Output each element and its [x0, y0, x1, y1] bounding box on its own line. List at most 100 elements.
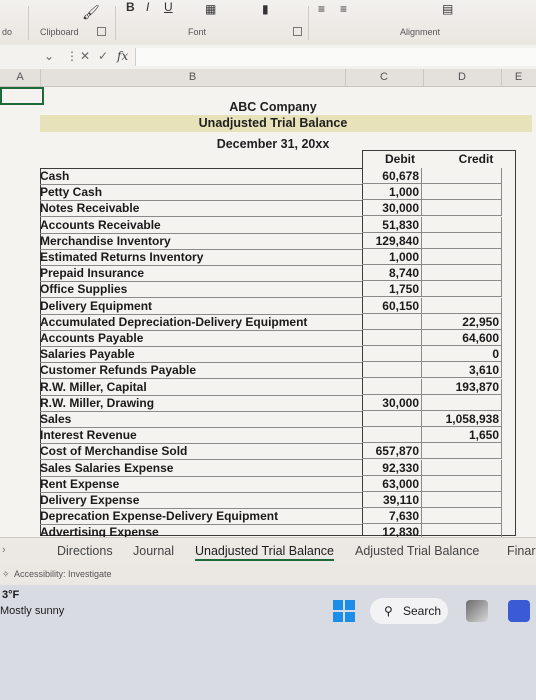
debit-cell[interactable] — [362, 427, 422, 444]
account-name-cell[interactable]: Accumulated Depreciation-Delivery Equipm… — [40, 314, 362, 331]
cancel-icon[interactable]: ✕ — [80, 49, 90, 63]
debit-cell[interactable]: 51,830 — [362, 216, 422, 233]
credit-cell[interactable] — [422, 492, 502, 508]
credit-cell[interactable]: 0 — [422, 346, 502, 363]
debit-cell[interactable]: 92,330 — [362, 459, 422, 476]
credit-cell[interactable] — [422, 168, 502, 184]
account-name-cell[interactable]: Sales — [40, 411, 362, 428]
debit-cell[interactable]: 39,110 — [362, 492, 422, 508]
column-header-d[interactable]: D — [423, 69, 502, 86]
column-header-b[interactable]: B — [40, 69, 346, 86]
company-name[interactable]: ABC Company — [40, 100, 506, 114]
taskbar-meet-icon[interactable] — [508, 600, 530, 622]
debit-cell[interactable]: 60,678 — [362, 168, 422, 184]
worksheet-grid[interactable]: ABC Company Unadjusted Trial Balance Dec… — [0, 87, 536, 542]
tab-scroll-right-icon[interactable]: › — [2, 544, 6, 556]
format-painter-icon[interactable]: 🖌 — [82, 4, 100, 21]
report-title[interactable]: Unadjusted Trial Balance — [40, 116, 506, 130]
debit-cell[interactable]: 1,750 — [362, 281, 422, 298]
font-color-icon[interactable]: ▮ — [262, 2, 269, 16]
debit-cell[interactable]: 8,740 — [362, 265, 422, 282]
debit-cell[interactable]: 30,000 — [362, 394, 422, 411]
debit-cell[interactable] — [362, 330, 422, 346]
debit-cell[interactable] — [362, 313, 422, 330]
accessibility-status[interactable]: Accessibility: Investigate — [14, 569, 112, 579]
credit-cell[interactable]: 1,650 — [422, 427, 502, 444]
account-name-cell[interactable]: Petty Cash — [40, 184, 362, 202]
credit-cell[interactable]: 1,058,938 — [422, 411, 502, 427]
account-name-cell[interactable]: R.W. Miller, Capital — [40, 379, 362, 396]
account-name-cell[interactable]: Salaries Payable — [40, 346, 362, 364]
account-name-cell[interactable]: Prepaid Insurance — [40, 265, 362, 283]
account-name-cell[interactable]: Merchandise Inventory — [40, 233, 362, 250]
credit-cell[interactable] — [422, 232, 502, 249]
tab-financial[interactable]: Finar — [507, 544, 535, 558]
account-name-cell[interactable]: Office Supplies — [40, 281, 362, 299]
account-name-cell[interactable]: R.W. Miller, Drawing — [40, 395, 362, 412]
debit-cell[interactable]: 7,630 — [362, 508, 422, 525]
formula-input[interactable] — [135, 48, 536, 66]
account-name-cell[interactable]: Customer Refunds Payable — [40, 362, 362, 380]
debit-cell[interactable]: 63,000 — [362, 475, 422, 492]
tab-directions[interactable]: Directions — [57, 544, 113, 558]
credit-cell[interactable]: 64,600 — [422, 330, 502, 346]
credit-cell[interactable] — [422, 281, 502, 298]
weather-description[interactable]: Mostly sunny — [0, 605, 64, 617]
debit-cell[interactable]: 1,000 — [362, 249, 422, 265]
credit-header[interactable]: Credit — [438, 152, 514, 166]
credit-cell[interactable] — [422, 297, 502, 314]
credit-cell[interactable] — [422, 200, 502, 217]
account-name-cell[interactable]: Delivery Equipment — [40, 298, 362, 315]
account-name-cell[interactable]: Cost of Merchandise Sold — [40, 443, 362, 461]
column-header-e[interactable]: E — [501, 69, 536, 86]
tab-adjusted-trial-balance[interactable]: Adjusted Trial Balance — [355, 544, 479, 558]
align-center-icon[interactable]: ≡ — [340, 2, 347, 16]
debit-cell[interactable]: 1,000 — [362, 184, 422, 201]
credit-cell[interactable]: 3,610 — [422, 362, 502, 379]
account-name-cell[interactable]: Interest Revenue — [40, 427, 362, 445]
selected-cell[interactable] — [0, 87, 44, 105]
column-header-a[interactable]: A — [0, 69, 41, 86]
account-name-cell[interactable]: Accounts Receivable — [40, 217, 362, 234]
credit-cell[interactable]: 22,950 — [422, 313, 502, 330]
credit-cell[interactable] — [422, 265, 502, 282]
debit-cell[interactable]: 129,840 — [362, 232, 422, 249]
insert-function-icon[interactable]: fx — [117, 49, 128, 63]
credit-cell[interactable] — [422, 459, 502, 476]
borders-icon[interactable]: ▦ — [205, 2, 216, 16]
credit-cell[interactable] — [422, 394, 502, 411]
debit-cell[interactable]: 657,870 — [362, 443, 422, 460]
column-header-c[interactable]: C — [345, 69, 424, 86]
account-name-cell[interactable]: Notes Receivable — [40, 200, 362, 218]
accessibility-icon[interactable]: ✧ — [2, 569, 10, 580]
account-name-cell[interactable]: Deprecation Expense-Delivery Equipment — [40, 508, 362, 526]
credit-cell[interactable] — [422, 216, 502, 233]
debit-header[interactable]: Debit — [362, 152, 438, 166]
tab-unadjusted-trial-balance[interactable]: Unadjusted Trial Balance — [195, 544, 334, 561]
align-icon[interactable]: ≡ — [318, 2, 325, 16]
report-date[interactable]: December 31, 20xx — [40, 137, 506, 151]
account-name-cell[interactable]: Estimated Returns Inventory — [40, 249, 362, 266]
account-name-cell[interactable]: Cash — [40, 168, 362, 185]
account-name-cell[interactable]: Delivery Expense — [40, 492, 362, 509]
clipboard-launcher-icon[interactable]: ▫ — [97, 27, 106, 36]
weather-temperature[interactable]: 3°F — [2, 589, 19, 601]
bold-button[interactable]: B — [126, 0, 135, 14]
windows-start-icon[interactable] — [333, 600, 355, 622]
debit-cell[interactable] — [362, 411, 422, 427]
credit-cell[interactable] — [422, 184, 502, 201]
debit-cell[interactable] — [362, 362, 422, 379]
tab-journal[interactable]: Journal — [133, 544, 174, 558]
credit-cell[interactable] — [422, 475, 502, 492]
underline-button[interactable]: U — [164, 0, 173, 14]
enter-icon[interactable]: ✓ — [98, 49, 108, 63]
credit-cell[interactable] — [422, 443, 502, 460]
debit-cell[interactable]: 60,150 — [362, 297, 422, 314]
name-box-dropdown-icon[interactable]: ⌄ — [44, 49, 54, 63]
taskbar-app-icon[interactable] — [466, 600, 488, 622]
debit-cell[interactable] — [362, 378, 422, 395]
credit-cell[interactable] — [422, 508, 502, 525]
credit-cell[interactable]: 193,870 — [422, 378, 502, 395]
account-name-cell[interactable]: Rent Expense — [40, 476, 362, 493]
taskbar-search-button[interactable]: ⚲ Search — [370, 598, 448, 624]
